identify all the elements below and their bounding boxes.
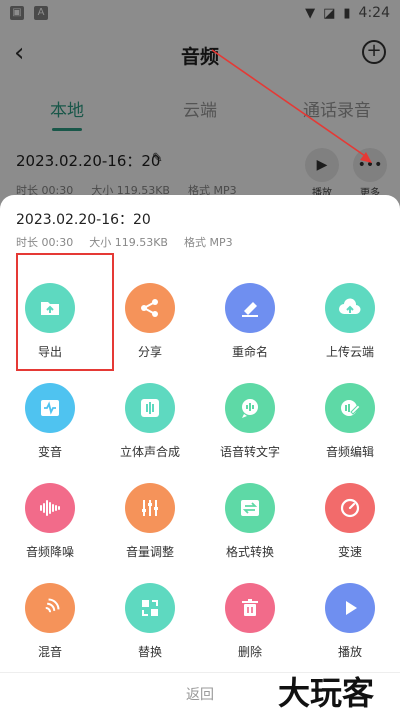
replace-icon xyxy=(125,583,175,633)
action-mix[interactable]: 混音 xyxy=(0,583,100,683)
sheet-recording-title: 2023.02.20-16：20 xyxy=(16,212,151,228)
sheet-duration: 时长 00:30 xyxy=(16,236,74,249)
action-label: 混音 xyxy=(37,645,62,659)
play-icon xyxy=(325,583,375,633)
action-format-convert[interactable]: 格式转换 xyxy=(200,483,300,583)
action-label: 变音 xyxy=(37,445,62,459)
action-upload-cloud[interactable]: 上传云端 xyxy=(300,283,400,383)
action-label: 删除 xyxy=(237,645,262,659)
action-label: 立体声合成 xyxy=(119,445,180,459)
action-volume-adjust[interactable]: 音量调整 xyxy=(100,483,200,583)
sheet-format: 格式 MP3 xyxy=(183,236,233,249)
annotation-highlight-box xyxy=(16,253,114,371)
share-icon xyxy=(125,283,175,333)
action-label: 语音转文字 xyxy=(219,445,280,459)
audio-edit-icon xyxy=(325,383,375,433)
speed-icon xyxy=(325,483,375,533)
action-label: 上传云端 xyxy=(325,345,374,359)
cloud-upload-icon xyxy=(325,283,375,333)
action-rename[interactable]: 重命名 xyxy=(200,283,300,383)
action-audio-edit[interactable]: 音频编辑 xyxy=(300,383,400,483)
action-stereo-mix[interactable]: 立体声合成 xyxy=(100,383,200,483)
mix-icon xyxy=(25,583,75,633)
action-noise-reduction[interactable]: 音频降噪 xyxy=(0,483,100,583)
return-button[interactable]: 返回 xyxy=(150,684,250,704)
action-share[interactable]: 分享 xyxy=(100,283,200,383)
stereo-icon xyxy=(125,383,175,433)
action-label: 音频降噪 xyxy=(25,545,74,559)
waveform-box-icon xyxy=(25,383,75,433)
sheet-size: 大小 119.53KB xyxy=(89,236,168,249)
noise-reduction-icon xyxy=(25,483,75,533)
action-speed-change[interactable]: 变速 xyxy=(300,483,400,583)
action-label: 分享 xyxy=(137,345,162,359)
action-label: 音量调整 xyxy=(125,545,174,559)
format-convert-icon xyxy=(225,483,275,533)
action-label: 音频编辑 xyxy=(325,445,374,459)
action-label: 播放 xyxy=(337,645,362,659)
action-label: 替换 xyxy=(137,645,162,659)
action-replace[interactable]: 替换 xyxy=(100,583,200,683)
eraser-icon xyxy=(225,283,275,333)
trash-icon xyxy=(225,583,275,633)
watermark: 大玩客 xyxy=(278,674,375,712)
action-voice-change[interactable]: 变音 xyxy=(0,383,100,483)
action-label: 变速 xyxy=(337,545,362,559)
equalizer-icon xyxy=(125,483,175,533)
speech-text-icon xyxy=(225,383,275,433)
action-label: 重命名 xyxy=(231,345,268,359)
action-label: 格式转换 xyxy=(225,545,274,559)
action-speech-to-text[interactable]: 语音转文字 xyxy=(200,383,300,483)
